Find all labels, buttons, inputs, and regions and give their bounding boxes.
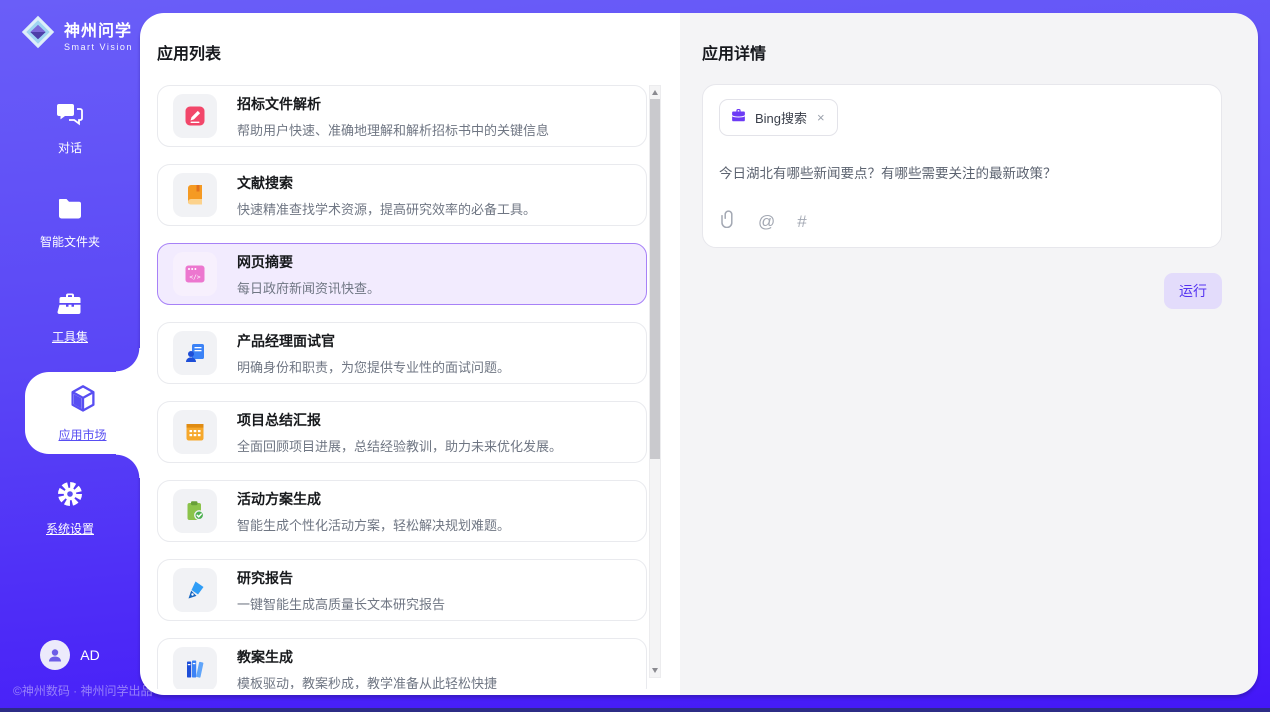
sidebar-item-app-market[interactable]: 应用市场	[25, 372, 140, 454]
app-card-webpage-summary[interactable]: </> 网页摘要 每日政府新闻资讯快查。	[157, 243, 647, 305]
content-area: 应用列表 招标文件解析 帮助用户快速、准确地理解和解析招标书中的关键信息	[140, 13, 1258, 695]
app-card-title: 教案生成	[237, 647, 497, 667]
folder-icon	[56, 197, 84, 226]
user-name: AD	[80, 647, 99, 663]
app-card-desc: 每日政府新闻资讯快查。	[237, 278, 380, 297]
avatar-icon	[40, 640, 70, 670]
app-list-title: 应用列表	[157, 40, 660, 64]
interviewer-icon	[173, 331, 217, 375]
app-list: 招标文件解析 帮助用户快速、准确地理解和解析招标书中的关键信息 文献搜索	[157, 85, 647, 689]
app-card-project-summary[interactable]: 项目总结汇报 全面回顾项目进展，总结经验教训，助力未来优化发展。	[157, 401, 647, 463]
app-card-literature-search[interactable]: 文献搜索 快速精准查找学术资源，提高研究效率的必备工具。	[157, 164, 647, 226]
app-card-bid-document-parse[interactable]: 招标文件解析 帮助用户快速、准确地理解和解析招标书中的关键信息	[157, 85, 647, 147]
sidebar-item-toolset[interactable]: 工具集	[0, 277, 140, 359]
brand: 神州问学 Smart Vision	[0, 0, 140, 55]
app-card-desc: 全面回顾项目进展，总结经验教训，助力未来优化发展。	[237, 436, 562, 455]
scrollbar-up-button[interactable]	[650, 86, 660, 99]
app-card-lesson-plan[interactable]: 教案生成 模板驱动，教案秒成，教学准备从此轻松快捷	[157, 638, 647, 689]
sidebar-item-smart-folder[interactable]: 智能文件夹	[0, 182, 140, 264]
app-card-activity-plan[interactable]: 活动方案生成 智能生成个性化活动方案，轻松解决规划难题。	[157, 480, 647, 542]
brand-name: 神州问学	[64, 17, 133, 41]
app-detail-panel: 应用详情 Bing搜索 × 今日湖北有哪些新闻要点？有哪些需要关注的最新政策？	[680, 13, 1258, 695]
sidebar-item-label: 工具集	[52, 328, 88, 345]
app-list-panel: 应用列表 招标文件解析 帮助用户快速、准确地理解和解析招标书中的关键信息	[140, 13, 680, 695]
app-card-title: 招标文件解析	[237, 94, 549, 114]
app-card-desc: 明确身份和职责，为您提供专业性的面试问题。	[237, 357, 510, 376]
app-card-title: 文献搜索	[237, 173, 536, 193]
app-window: 神州问学 Smart Vision 对话	[0, 0, 1270, 708]
clipboard-check-icon	[173, 489, 217, 533]
sidebar: 神州问学 Smart Vision 对话	[0, 0, 140, 708]
app-card-title: 网页摘要	[237, 252, 380, 272]
sidebar-nav: 对话 智能文件夹 工具集	[0, 87, 140, 549]
app-card-title: 项目总结汇报	[237, 410, 562, 430]
ink-pen-icon	[173, 568, 217, 612]
scrollbar-thumb[interactable]	[650, 99, 660, 459]
app-card-pm-interviewer[interactable]: 产品经理面试官 明确身份和职责，为您提供专业性的面试问题。	[157, 322, 647, 384]
sidebar-item-label: 智能文件夹	[40, 233, 100, 250]
app-card-title: 活动方案生成	[237, 489, 510, 509]
chip-close-icon[interactable]: ×	[815, 110, 827, 125]
webpage-icon: </>	[173, 252, 217, 296]
scrollbar[interactable]	[649, 85, 661, 678]
svg-text:</>: </>	[189, 274, 200, 281]
app-card-desc: 帮助用户快速、准确地理解和解析招标书中的关键信息	[237, 120, 549, 139]
run-button[interactable]: 运行	[1164, 273, 1222, 309]
app-card-desc: 快速精准查找学术资源，提高研究效率的必备工具。	[237, 199, 536, 218]
toolbox-icon	[56, 292, 84, 321]
composer-toolbar: @ #	[721, 210, 807, 233]
attachment-icon[interactable]	[721, 210, 736, 233]
app-detail-title: 应用详情	[702, 40, 1222, 64]
hash-icon[interactable]: #	[797, 212, 806, 232]
bottom-bar	[0, 708, 1270, 712]
sidebar-item-chat[interactable]: 对话	[0, 87, 140, 169]
bid-document-icon	[173, 94, 217, 138]
app-card-title: 产品经理面试官	[237, 331, 510, 351]
app-card-desc: 智能生成个性化活动方案，轻松解决规划难题。	[237, 515, 510, 534]
sidebar-item-label: 系统设置	[46, 520, 94, 537]
book-icon	[173, 173, 217, 217]
tool-chip-label: Bing搜索	[755, 108, 807, 127]
query-card[interactable]: Bing搜索 × 今日湖北有哪些新闻要点？有哪些需要关注的最新政策？ @ #	[702, 84, 1222, 248]
copyright-text: ©神州数码 · 神州问学出品	[13, 682, 153, 699]
app-card-desc: 一键智能生成高质量长文本研究报告	[237, 594, 445, 613]
mention-icon[interactable]: @	[758, 212, 775, 232]
cube-icon	[69, 384, 97, 419]
brand-subtitle: Smart Vision	[64, 42, 133, 52]
scrollbar-down-button[interactable]	[650, 664, 660, 677]
query-text[interactable]: 今日湖北有哪些新闻要点？有哪些需要关注的最新政策？	[719, 162, 1205, 182]
app-card-research-report[interactable]: 研究报告 一键智能生成高质量长文本研究报告	[157, 559, 647, 621]
sidebar-item-settings[interactable]: 系统设置	[0, 467, 140, 549]
briefcase-icon	[730, 107, 747, 128]
books-icon	[173, 647, 217, 689]
sidebar-item-label: 对话	[58, 139, 82, 156]
app-card-title: 研究报告	[237, 568, 445, 588]
calendar-icon	[173, 410, 217, 454]
gear-icon	[56, 480, 84, 513]
chat-icon	[56, 101, 84, 132]
brand-diamond-logo-icon	[20, 14, 56, 55]
sidebar-item-label: 应用市场	[58, 426, 106, 443]
user-account[interactable]: AD	[0, 640, 140, 670]
tool-chip-bing-search[interactable]: Bing搜索 ×	[719, 99, 838, 136]
app-card-desc: 模板驱动，教案秒成，教学准备从此轻松快捷	[237, 673, 497, 690]
